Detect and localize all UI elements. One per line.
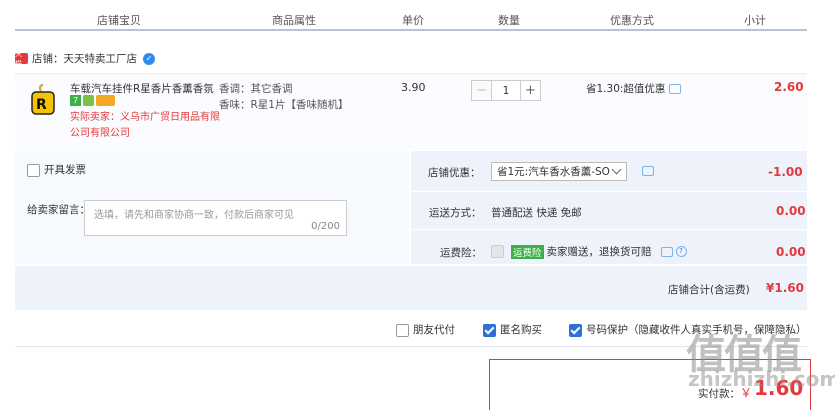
insurance-checkbox: [491, 245, 504, 258]
shop-discount-select[interactable]: 省1元:汽车香水香薰-SO: [491, 162, 627, 181]
shipping-value: 普通配送 快递 免邮: [491, 207, 582, 219]
insurance-amount: 0.00: [776, 245, 806, 259]
col-header-quantity: 数量: [498, 14, 520, 27]
shop-total-label: 店铺合计(含运费): [668, 284, 750, 296]
item-subtotal: 2.60: [774, 80, 804, 94]
message-char-count: 0/200: [311, 221, 340, 232]
shipping-label: 运送方式：: [429, 207, 482, 219]
promo-label: 省1.30:超值优惠: [586, 83, 666, 95]
tmall-icon: 天猫: [15, 50, 28, 68]
comment-icon[interactable]: [669, 84, 682, 94]
qty-decrease-button[interactable]: −: [471, 80, 492, 101]
attr-scent-type: 香调：其它香调: [219, 83, 293, 95]
insurance-label: 运费险：: [440, 247, 482, 259]
insurance-row: 运费险 卖家赠送，退换货可赔 ?: [491, 244, 687, 259]
quantity-stepper: − 1 +: [471, 80, 541, 101]
seven-day-return-icon: 7: [70, 95, 81, 106]
shop-discount-amount: -1.00: [768, 165, 803, 179]
svg-text:R: R: [36, 97, 47, 113]
insurance-value: 卖家赠送，退换货可赔: [546, 246, 652, 258]
shop-name[interactable]: 店铺：天天特卖工厂店: [32, 51, 137, 66]
col-header-discount: 优惠方式: [610, 14, 654, 27]
invoice-option[interactable]: 开具发票: [27, 162, 86, 177]
summary-divider: [411, 191, 807, 192]
comment-icon[interactable]: [660, 246, 673, 257]
insurance-tag: 运费险: [511, 244, 544, 259]
service-badges: 7: [70, 95, 115, 106]
watermark-site: zhizhizhi.com: [688, 367, 835, 391]
number-protect-checkbox[interactable]: [569, 323, 582, 337]
product-title-link[interactable]: 车载汽车挂件R星香片香薰香氛...: [70, 81, 215, 96]
header-divider: [15, 29, 807, 31]
product-thumbnail[interactable]: R: [27, 83, 59, 117]
invoice-checkbox[interactable]: [27, 163, 40, 177]
message-label: 给卖家留言：: [27, 204, 90, 216]
summary-divider: [411, 229, 807, 230]
col-header-attributes: 商品属性: [272, 14, 316, 27]
comment-icon[interactable]: [642, 166, 654, 176]
shop-discount-label: 店铺优惠：: [428, 167, 481, 179]
qty-increase-button[interactable]: +: [520, 80, 541, 101]
wangwang-chat-icon[interactable]: ✓: [143, 52, 155, 65]
shop-row: 天猫 店铺：天天特卖工厂店 ✓: [15, 50, 155, 68]
anonymous-checkbox[interactable]: [483, 323, 496, 337]
shipping-amount: 0.00: [776, 204, 806, 218]
friend-pay-label: 朋友代付: [413, 324, 455, 336]
shop-discount-option: 省1元:汽车香水香薰-SO: [497, 166, 610, 178]
col-header-shop-item: 店铺宝贝: [97, 14, 141, 27]
promo-text: 省1.30:超值优惠: [586, 81, 682, 96]
friend-pay-checkbox[interactable]: [396, 323, 409, 337]
anonymous-option[interactable]: 匿名购买: [483, 322, 542, 337]
service-icon: [83, 95, 94, 106]
unit-price: 3.90: [401, 81, 426, 94]
col-header-subtotal: 小计: [744, 14, 766, 27]
friend-pay-option[interactable]: 朋友代付: [396, 322, 455, 337]
shop-total-amount: ¥1.60: [766, 281, 804, 295]
invoice-label: 开具发票: [44, 164, 86, 176]
actual-seller: 实际卖家：义乌市广贸日用品有限公司有限公司: [70, 112, 220, 139]
credit-card-icon: [96, 95, 115, 106]
attr-scent: 香味：R星1片【香味随机】: [219, 99, 349, 111]
seller-message-input[interactable]: 选填，请先和商家协商一致，付款后商家可见 0/200: [84, 200, 347, 236]
anonymous-label: 匿名购买: [500, 324, 542, 336]
message-placeholder: 选填，请先和商家协商一致，付款后商家可见: [94, 210, 294, 221]
help-icon[interactable]: ?: [675, 246, 687, 257]
col-header-price: 单价: [402, 14, 424, 27]
qty-input[interactable]: 1: [492, 80, 520, 101]
chevron-down-icon: [611, 164, 622, 175]
